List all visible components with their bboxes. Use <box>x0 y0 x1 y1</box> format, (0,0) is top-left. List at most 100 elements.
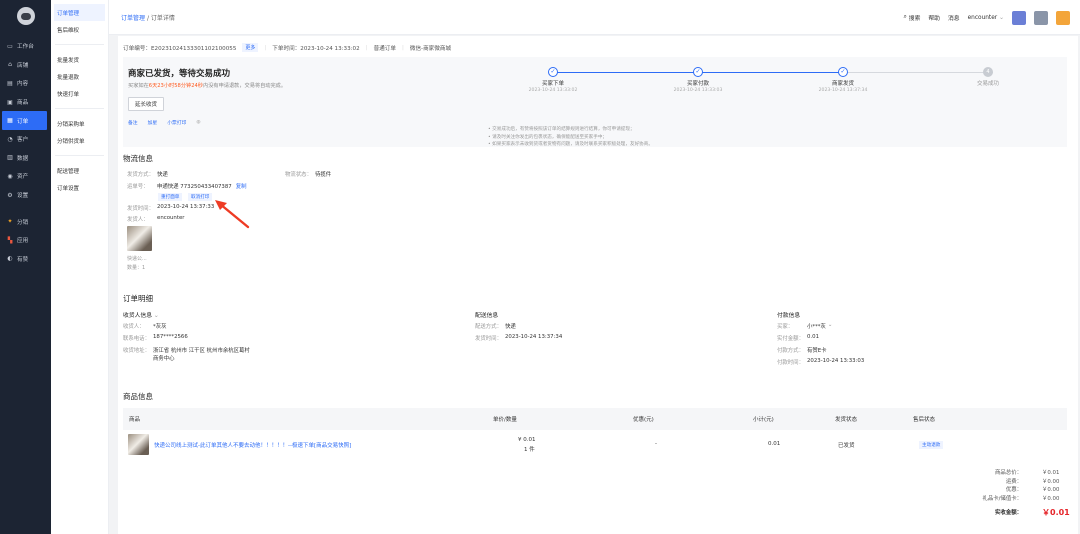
sidebar-item-orders[interactable]: ▦ 订单 <box>2 111 47 130</box>
product-name-link[interactable]: 快递公司线上测试-此订单其他人不要去动他！！！！！--极速下单[商品交易快照] <box>154 441 351 449</box>
app-shortcut-icon[interactable] <box>1012 10 1026 25</box>
app-shortcut-icon[interactable] <box>1056 10 1070 25</box>
active-refund-button[interactable]: 主动退款 <box>919 441 944 449</box>
logistics-status: 物流状态： 待揽件 <box>285 172 332 178</box>
search-button[interactable]: ⌕ 搜索 <box>904 13 921 22</box>
sidebar-item-label: 设置 <box>17 193 29 200</box>
main-sidebar: ▭ 工作台 ⌂ 店铺 ▤ 内容 ▣ 商品 ▦ 订单 ◔ 客户 ▥ 数据 ◉ 资产 ⚙ 设置 ✦ 分销… <box>0 0 51 534</box>
col-ship-status: 发货状态 <box>835 417 858 423</box>
question-icon[interactable]: ◍ <box>196 120 200 125</box>
sidebar-item-label: 应用 <box>17 238 29 245</box>
copy-link[interactable]: 复制 <box>236 182 247 190</box>
top-actions: ⌕ 搜索 帮助 消息 encounter ⌄ <box>904 0 1070 35</box>
sidebar-item-label: 内容 <box>17 81 29 88</box>
check-icon: ✓ <box>548 67 558 77</box>
sidebar-item-youzan[interactable]: ◐ 有赞 <box>0 250 51 269</box>
user-menu[interactable]: encounter ⌄ <box>968 15 1004 21</box>
extend-receipt-button[interactable]: 延长收货 <box>128 97 165 111</box>
content-icon: ▤ <box>7 79 13 87</box>
subnav-batch-ship[interactable]: 批量发货 <box>51 51 108 68</box>
summary-gift-card: 礼品卡/储值卡： ￥0.00 <box>982 495 1060 502</box>
remark-link[interactable]: 备注 <box>128 119 138 126</box>
subnav-after-sale[interactable]: 售后维权 <box>51 21 108 38</box>
product-thumbnail[interactable] <box>127 226 152 251</box>
sub-sidebar: 订单管理 售后维权 批量发货 批量退款 快速打单 分销采购单 分销供货单 配送管… <box>51 0 109 534</box>
sidebar-item-apps[interactable]: ▚ 应用 <box>0 231 51 250</box>
more-button[interactable]: 更多 <box>242 43 259 52</box>
user-name: encounter <box>967 14 998 21</box>
help-link[interactable]: 帮助 <box>928 13 940 22</box>
summary-shipping: 运费： ￥0.00 <box>1005 478 1060 485</box>
summary-total: 实收金额： ￥0.01 <box>995 507 1070 517</box>
receiver-info-title[interactable]: 收货人信息 ⌄ <box>123 310 159 319</box>
chevron-down-icon: ⌄ <box>827 322 833 328</box>
user-icon: ◔ <box>7 135 13 143</box>
subnav-quick-print[interactable]: 快速打单 <box>51 85 108 102</box>
sidebar-item-distribution[interactable]: ✦ 分销 <box>0 212 51 231</box>
breadcrumb-current: 订单详情 <box>150 14 175 22</box>
subnav-batch-refund[interactable]: 批量退款 <box>51 68 108 85</box>
pay-time: 付款时间： 2023-10-24 13:33:03 <box>777 358 865 366</box>
package-qty: 数量：1 <box>127 265 146 271</box>
tracking-number: 运单号： 申通快递 773250433407387 复制 <box>127 182 247 190</box>
goods-icon: ▣ <box>7 98 13 106</box>
youzan-icon: ◐ <box>7 255 13 263</box>
unit-price: ¥ 0.01 <box>518 437 536 443</box>
reprint-waybill-button[interactable]: 重打面单 <box>158 193 183 201</box>
sidebar-item-label: 资产 <box>17 174 29 181</box>
order-icon: ▦ <box>7 117 13 125</box>
cancel-print-button[interactable]: 取消打印 <box>188 193 213 201</box>
subnav-order-manage[interactable]: 订单管理 <box>54 4 105 21</box>
gear-icon: ⚙ <box>7 191 13 199</box>
subnav-delivery[interactable]: 配送管理 <box>51 162 108 179</box>
pay-method: 付款方式： 有赞E卡 <box>777 348 827 354</box>
order-summary: 商品总价： ￥0.01 运费： ￥0.00 优惠： ￥0.00 礼品卡/储值卡： ￥0.… <box>962 468 1070 517</box>
star-link[interactable]: 加星 <box>148 119 158 126</box>
order-detail-panel: 订单编号：E20231024133301102100055 更多 | 下单时间：… <box>118 36 1078 534</box>
breadcrumb-orders[interactable]: 订单管理 <box>121 15 145 22</box>
summary-discount: 优惠： ￥0.00 <box>1005 487 1060 494</box>
sidebar-item-customers[interactable]: ◔ 客户 <box>0 130 51 149</box>
apps-icon: ▚ <box>7 236 13 244</box>
sidebar-item-content[interactable]: ▤ 内容 <box>0 74 51 93</box>
product-thumbnail[interactable] <box>128 434 149 455</box>
sidebar-item-label: 订单 <box>17 118 29 125</box>
sidebar-item-data[interactable]: ▥ 数据 <box>0 149 51 168</box>
wallet-icon: ◉ <box>7 172 13 180</box>
sidebar-item-workbench[interactable]: ▭ 工作台 <box>0 37 51 56</box>
sidebar-item-goods[interactable]: ▣ 商品 <box>0 93 51 112</box>
sidebar-item-label: 分销 <box>17 219 29 226</box>
col-price-qty: 单价/数量 <box>493 417 517 423</box>
ship-time: 发货时间： 2023-10-24 13:37:33 <box>127 204 215 212</box>
paid-amount: 实付金额： 0.01 <box>777 334 820 342</box>
discount-value: - <box>655 441 657 447</box>
payment-info-title: 付款信息 <box>777 313 801 319</box>
order-detail-title: 订单明细 <box>123 294 153 303</box>
delivery-method: 配送方式： 快递 <box>475 324 516 330</box>
status-countdown: 买家如在6天23小时58分钟24秒内没有申请退款，交易将自动完成。 <box>128 83 287 89</box>
subnav-order-settings[interactable]: 订单设置 <box>51 179 108 196</box>
subnav-divider <box>55 108 104 109</box>
delivery-info-title: 配送信息 <box>475 313 499 319</box>
subnav-dist-purchase[interactable]: 分销采购单 <box>51 115 108 132</box>
col-discount: 优惠(元) <box>633 417 654 423</box>
receiver-address: 收货地址： 浙江省 杭州市 江干区 杭州市余杭区葛村 商务中心 <box>123 348 250 362</box>
buyer[interactable]: 买家： 小***灰 ⌄ <box>777 322 832 330</box>
sidebar-item-label: 店铺 <box>17 62 29 69</box>
step-paid: ✓ 买家付款 2023-10-24 13:33:03 <box>673 67 723 93</box>
package-item-name: 快递公... <box>127 256 147 262</box>
ship-method: 发货方式： 快递 <box>127 172 168 178</box>
sidebar-item-assets[interactable]: ◉ 资产 <box>0 167 51 186</box>
order-status-box: 商家已发货，等待交易成功 买家如在6天23小时58分钟24秒内没有申请退款，交易… <box>123 57 1067 147</box>
order-progress: ✓ 买家下单 2023-10-24 13:33:02 ✓ 买家付款 2023-1… <box>529 65 1008 95</box>
sidebar-item-settings[interactable]: ⚙ 设置 <box>0 186 51 205</box>
app-shortcut-icon[interactable] <box>1034 10 1048 25</box>
order-header: 订单编号：E20231024133301102100055 更多 | 下单时间：… <box>123 43 451 52</box>
messages-link[interactable]: 消息 <box>948 13 960 22</box>
subnav-dist-supply[interactable]: 分销供货单 <box>51 132 108 149</box>
shop-logo[interactable] <box>16 7 35 25</box>
order-type: 普通订单 <box>373 45 396 52</box>
print-receipt-link[interactable]: 小票打印 <box>167 119 186 126</box>
sidebar-item-store[interactable]: ⌂ 店铺 <box>0 56 51 75</box>
chevron-down-icon: ⌄ <box>999 14 1004 21</box>
